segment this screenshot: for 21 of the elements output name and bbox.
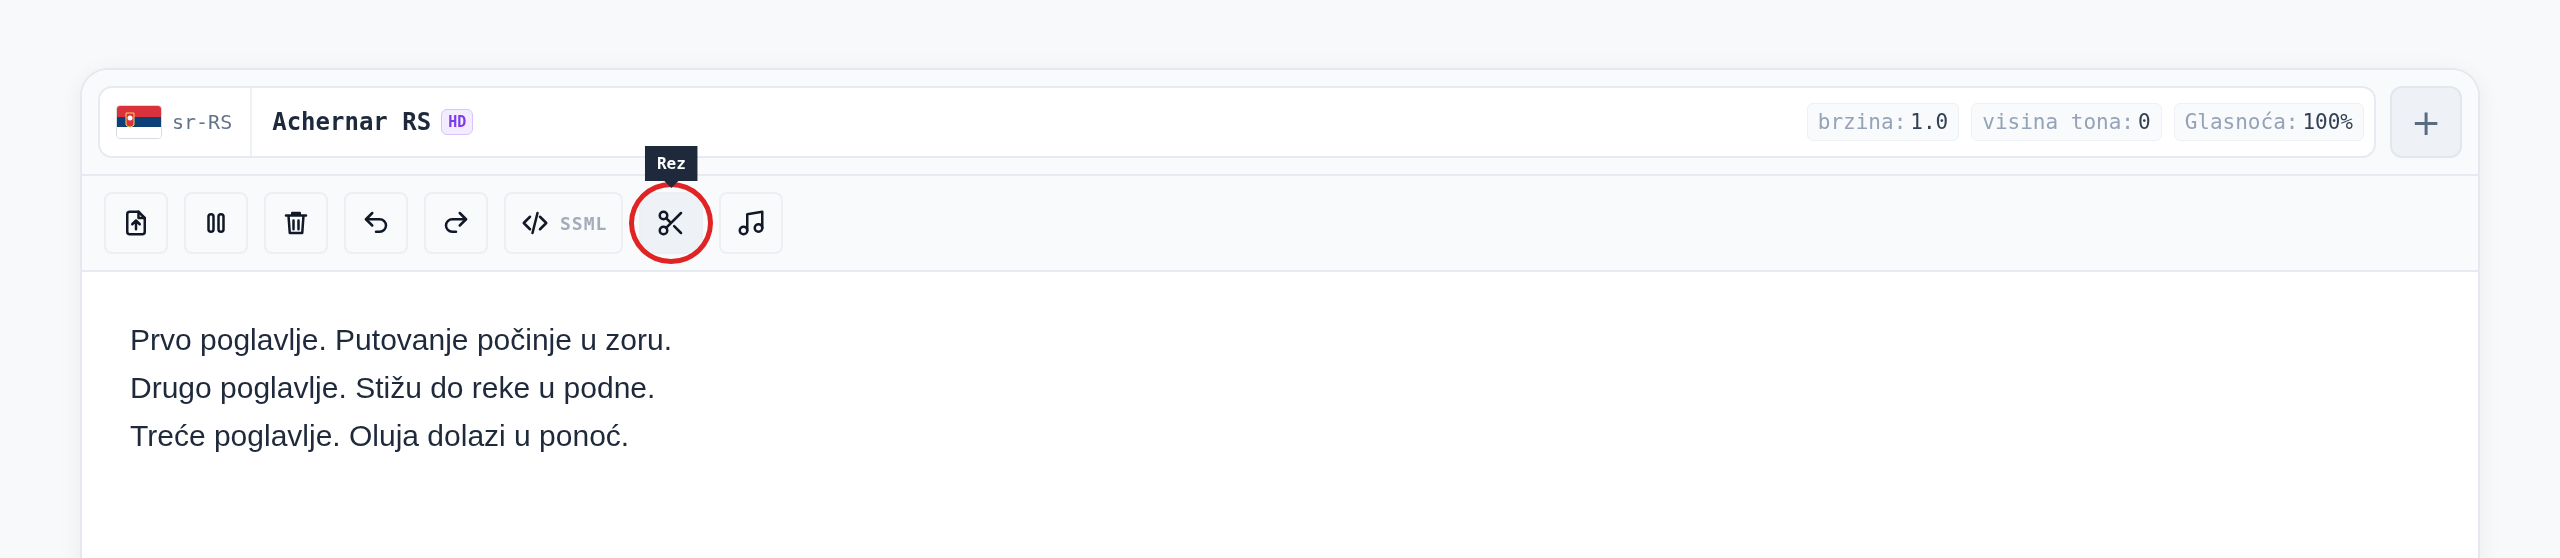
music-note-icon bbox=[736, 208, 767, 238]
quality-badge: HD bbox=[441, 109, 474, 135]
toolbar-button[interactable] bbox=[719, 192, 784, 254]
add-button[interactable]: + bbox=[2390, 86, 2462, 158]
toolbar-button[interactable] bbox=[639, 192, 704, 254]
toolbar-button[interactable] bbox=[104, 192, 168, 254]
toolbar-button[interactable] bbox=[344, 192, 408, 254]
setting-chip: Glasnoća: 100% bbox=[2173, 103, 2364, 141]
tooltip: Rez bbox=[644, 146, 698, 188]
text-line: Prvo poglavlje. Putovanje počinje u zoru. bbox=[130, 322, 672, 358]
text-line: Treće poglavlje. Oluja dolazi u ponoć. bbox=[130, 418, 630, 454]
toolbar-button[interactable] bbox=[424, 192, 488, 254]
voice-selector[interactable]: sr-RS Achernar RS HD brzina: 1.0 visina tona: 0 Glasnoća: 100% bbox=[98, 86, 2376, 158]
toolbar-button[interactable] bbox=[264, 192, 328, 254]
locale-code: sr-RS bbox=[172, 110, 233, 134]
voice-name: Achernar RS bbox=[272, 108, 432, 136]
setting-chip: visina tona: 0 bbox=[1971, 103, 2162, 141]
flag-icon bbox=[116, 105, 162, 139]
toolbar-button[interactable] bbox=[184, 192, 248, 254]
setting-chip: brzina: 1.0 bbox=[1806, 103, 1960, 141]
text-line: Drugo poglavlje. Stižu do reke u podne. bbox=[130, 370, 656, 406]
